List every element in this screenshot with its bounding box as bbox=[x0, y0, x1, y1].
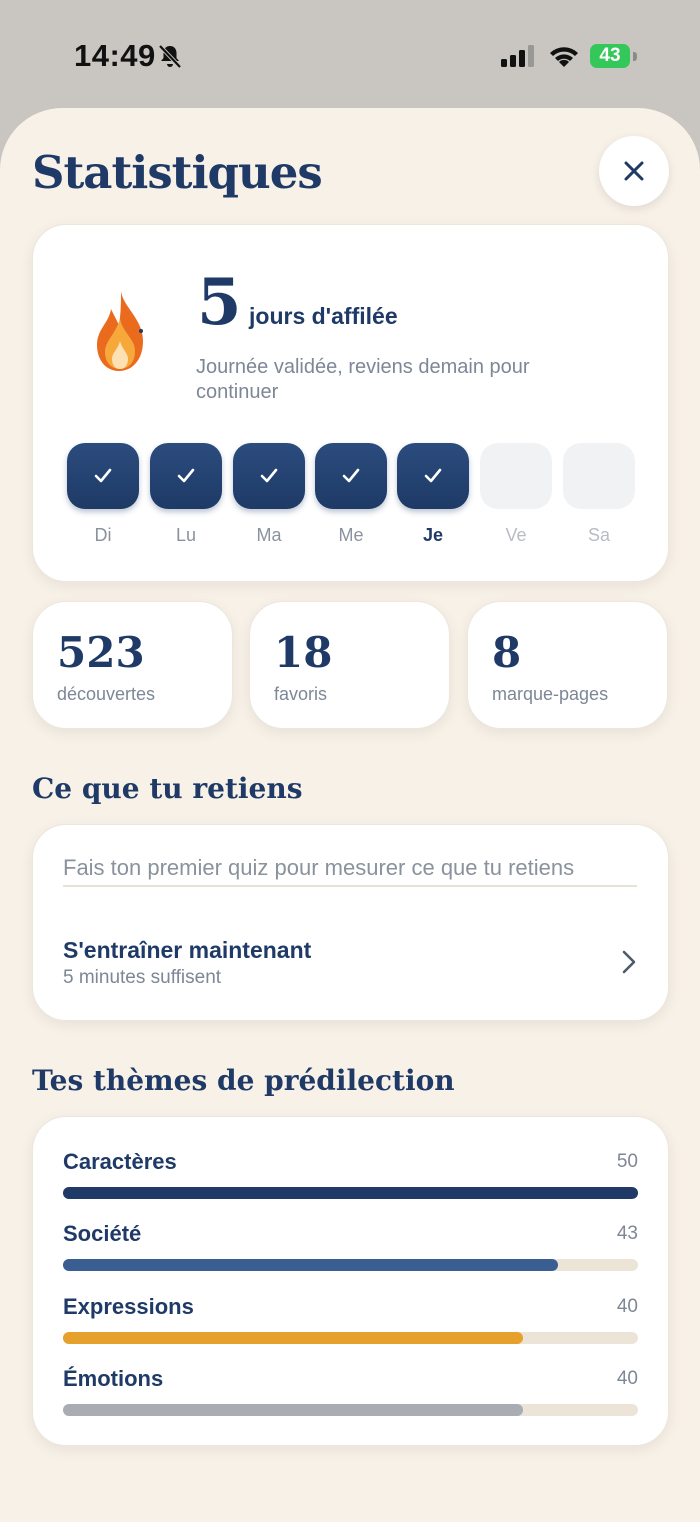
cellular-signal-icon bbox=[501, 45, 534, 67]
stats-sheet: Statistiques 5 jours d'affilée Journée v… bbox=[0, 108, 700, 1522]
checkmark-icon bbox=[94, 468, 112, 483]
quiz-card: Fais ton premier quiz pour mesurer ce qu… bbox=[32, 824, 669, 1021]
streak-count: 5 bbox=[197, 265, 242, 340]
day-check-box bbox=[233, 443, 305, 509]
theme-progress-track bbox=[63, 1404, 638, 1416]
day-sunday: Di bbox=[67, 443, 139, 546]
battery-cap bbox=[633, 52, 637, 61]
theme-progress-track bbox=[63, 1259, 638, 1271]
status-bar: 14:49 43 bbox=[0, 0, 700, 108]
themes-section-title: Tes thèmes de prédilection bbox=[32, 1064, 455, 1097]
day-label-today: Je bbox=[422, 525, 444, 545]
battery-indicator: 43 bbox=[590, 44, 630, 68]
streak-label: jours d'affilée bbox=[249, 303, 398, 329]
theme-count: 50 bbox=[616, 1151, 638, 1172]
stat-card-bookmarks[interactable]: 8 marque-pages bbox=[467, 601, 668, 729]
themes-card: Caractères 50 Société 43 Expressions 40 … bbox=[32, 1116, 669, 1446]
practice-title: S'entraîner maintenant bbox=[63, 937, 312, 963]
retention-section-title: Ce que tu retiens bbox=[32, 772, 303, 805]
theme-name: Caractères bbox=[63, 1149, 177, 1174]
theme-count: 43 bbox=[616, 1223, 638, 1244]
day-label: Ve bbox=[505, 525, 527, 545]
close-button[interactable] bbox=[599, 136, 669, 206]
checkmark-icon bbox=[424, 468, 442, 483]
chevron-right-icon bbox=[622, 950, 636, 974]
week-days: Di Lu Ma Me Je Ve Sa bbox=[67, 443, 637, 553]
close-icon bbox=[624, 161, 644, 181]
day-label: Ma bbox=[256, 525, 282, 545]
day-check-box bbox=[315, 443, 387, 509]
day-check-box bbox=[67, 443, 139, 509]
theme-name: Expressions bbox=[63, 1294, 194, 1319]
stat-card-discoveries[interactable]: 523 découvertes bbox=[32, 601, 233, 729]
day-empty-box bbox=[563, 443, 635, 509]
day-check-box bbox=[150, 443, 222, 509]
stat-value: 18 bbox=[274, 628, 333, 677]
stat-label: favoris bbox=[274, 684, 328, 704]
day-check-box bbox=[397, 443, 469, 509]
theme-name: Émotions bbox=[63, 1366, 164, 1391]
theme-progress-fill bbox=[63, 1259, 558, 1271]
day-label: Di bbox=[94, 525, 112, 545]
stat-card-favorites[interactable]: 18 favoris bbox=[249, 601, 450, 729]
day-saturday: Sa bbox=[563, 443, 635, 546]
checkmark-icon bbox=[260, 468, 278, 483]
stat-value: 523 bbox=[57, 628, 145, 677]
theme-row[interactable]: Expressions 40 bbox=[63, 1294, 638, 1354]
theme-row[interactable]: Caractères 50 bbox=[63, 1149, 638, 1209]
theme-row[interactable]: Société 43 bbox=[63, 1221, 638, 1281]
stat-label: découvertes bbox=[57, 684, 156, 704]
page-title: Statistiques bbox=[32, 146, 323, 199]
bell-muted-icon bbox=[158, 44, 182, 69]
day-label: Me bbox=[338, 525, 364, 545]
theme-progress-fill bbox=[63, 1187, 638, 1199]
status-time: 14:49 bbox=[74, 38, 156, 73]
day-thursday: Je bbox=[397, 443, 469, 546]
streak-subtitle: Journée validée, reviens demain pour con… bbox=[196, 356, 530, 403]
day-tuesday: Ma bbox=[233, 443, 305, 546]
day-monday: Lu bbox=[150, 443, 222, 546]
checkmark-icon bbox=[177, 468, 195, 483]
stat-label: marque-pages bbox=[492, 684, 609, 704]
flame-icon bbox=[97, 291, 143, 371]
theme-progress-track bbox=[63, 1187, 638, 1199]
day-wednesday: Me bbox=[315, 443, 387, 546]
theme-count: 40 bbox=[616, 1368, 638, 1389]
theme-progress-track bbox=[63, 1332, 638, 1344]
practice-now-row[interactable]: S'entraîner maintenant 5 minutes suffise… bbox=[33, 921, 668, 1011]
day-empty-box bbox=[480, 443, 552, 509]
checkmark-icon bbox=[342, 468, 360, 483]
quiz-placeholder-text: Fais ton premier quiz pour mesurer ce qu… bbox=[63, 855, 637, 887]
theme-progress-fill bbox=[63, 1404, 523, 1416]
streak-card: 5 jours d'affilée Journée validée, revie… bbox=[32, 224, 669, 582]
stat-value: 8 bbox=[492, 628, 522, 677]
theme-name: Société bbox=[63, 1221, 142, 1246]
theme-progress-fill bbox=[63, 1332, 523, 1344]
theme-row[interactable]: Émotions 40 bbox=[63, 1366, 638, 1426]
day-label: Sa bbox=[587, 525, 611, 545]
theme-count: 40 bbox=[616, 1296, 638, 1317]
wifi-icon bbox=[550, 47, 578, 67]
day-label: Lu bbox=[175, 525, 197, 545]
practice-subtitle: 5 minutes suffisent bbox=[63, 967, 222, 988]
day-friday: Ve bbox=[480, 443, 552, 546]
